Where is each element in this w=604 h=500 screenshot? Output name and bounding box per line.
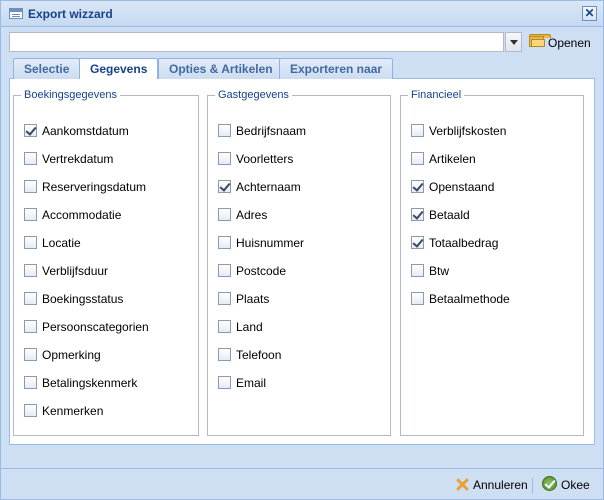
checkbox-label[interactable]: Postcode xyxy=(236,263,286,279)
checkbox[interactable] xyxy=(411,264,424,277)
checkbox-label[interactable]: Opmerking xyxy=(42,347,101,363)
checkbox-label[interactable]: Aankomstdatum xyxy=(42,123,129,139)
tab-gegevens[interactable]: Gegevens xyxy=(79,58,159,80)
checkbox[interactable] xyxy=(218,208,231,221)
cancel-button[interactable]: Annuleren xyxy=(453,475,528,495)
checkbox-label[interactable]: Locatie xyxy=(42,235,81,251)
checkbox-label[interactable]: Email xyxy=(236,375,266,391)
checkbox-label[interactable]: Accommodatie xyxy=(42,207,121,223)
checkbox-label[interactable]: Reserveringsdatum xyxy=(42,179,146,195)
group-financieel: Financieel Verblijfskosten Artikelen Opens… xyxy=(400,89,584,436)
check-icon xyxy=(542,476,557,491)
checkbox[interactable] xyxy=(218,264,231,277)
checkbox[interactable] xyxy=(218,236,231,249)
checkbox-label[interactable]: Verblijfskosten xyxy=(429,123,506,139)
group-legend: Boekingsgegevens xyxy=(24,89,117,101)
gegevens-panel: Boekingsgegevens Aankomstdatum Vertrekdat… xyxy=(9,79,595,445)
ok-button[interactable]: Okee xyxy=(541,475,593,495)
checkbox-label[interactable]: Vertrekdatum xyxy=(42,151,113,167)
checkbox[interactable] xyxy=(24,404,37,417)
checkbox[interactable] xyxy=(24,376,37,389)
group-legend: Financieel xyxy=(411,89,462,101)
checkbox-label[interactable]: Openstaand xyxy=(429,179,494,195)
checkbox-label[interactable]: Telefoon xyxy=(236,347,281,363)
checkbox[interactable] xyxy=(218,376,231,389)
checkbox[interactable] xyxy=(218,348,231,361)
checkbox[interactable] xyxy=(411,180,424,193)
checkbox[interactable] xyxy=(24,348,37,361)
checkbox[interactable] xyxy=(218,152,231,165)
checkbox-label[interactable]: Betaalmethode xyxy=(429,291,510,307)
group-boekingsgegevens: Boekingsgegevens Aankomstdatum Vertrekdat… xyxy=(13,89,199,436)
combo-dropdown-button[interactable] xyxy=(505,32,522,52)
window-icon xyxy=(9,8,23,19)
checkbox-label[interactable]: Land xyxy=(236,319,263,335)
file-combo-input[interactable] xyxy=(9,32,504,52)
checkbox[interactable] xyxy=(24,292,37,305)
tab-opties-artikelen[interactable]: Opties & Artikelen xyxy=(158,58,284,79)
group-legend: Gastgegevens xyxy=(218,89,289,101)
checkbox[interactable] xyxy=(24,236,37,249)
tab-exporteren-naar[interactable]: Exporteren naar xyxy=(279,58,394,79)
checkbox-label[interactable]: Plaats xyxy=(236,291,269,307)
checkbox[interactable] xyxy=(411,292,424,305)
folder-open-icon xyxy=(529,34,551,48)
checkbox-label[interactable]: Adres xyxy=(236,207,267,223)
checkbox[interactable] xyxy=(218,320,231,333)
checkbox[interactable] xyxy=(24,180,37,193)
checkbox-label[interactable]: Boekingsstatus xyxy=(42,291,123,307)
chevron-down-icon xyxy=(510,40,518,45)
checkbox[interactable] xyxy=(24,264,37,277)
checkbox[interactable] xyxy=(411,236,424,249)
checkbox-label[interactable]: Btw xyxy=(429,263,449,279)
footer-bar: Annuleren Okee xyxy=(1,468,603,499)
checkbox[interactable] xyxy=(24,208,37,221)
title-bar[interactable]: Export wizzard ✕ xyxy=(1,1,603,27)
window-title: Export wizzard xyxy=(28,7,113,21)
export-wizard-window: Export wizzard ✕ Openen Selectie Gegeven… xyxy=(0,0,604,500)
tab-bar: Selectie Gegevens Opties & Artikelen Exp… xyxy=(9,57,595,80)
checkbox-label[interactable]: Artikelen xyxy=(429,151,476,167)
checkbox-label[interactable]: Bedrijfsnaam xyxy=(236,123,306,139)
tab-selectie[interactable]: Selectie xyxy=(13,58,81,79)
close-icon[interactable]: ✕ xyxy=(582,6,597,21)
open-button-label: Openen xyxy=(548,36,591,50)
checkbox[interactable] xyxy=(24,320,37,333)
checkbox-label[interactable]: Huisnummer xyxy=(236,235,304,251)
ok-button-label: Okee xyxy=(561,478,590,492)
checkbox[interactable] xyxy=(218,180,231,193)
checkbox-label[interactable]: Verblijfsduur xyxy=(42,263,108,279)
checkbox[interactable] xyxy=(411,208,424,221)
cancel-x-icon xyxy=(455,477,469,491)
checkbox[interactable] xyxy=(24,152,37,165)
checkbox[interactable] xyxy=(218,292,231,305)
checkbox-label[interactable]: Totaalbedrag xyxy=(429,235,498,251)
checkbox-label[interactable]: Betaald xyxy=(429,207,470,223)
checkbox-label[interactable]: Voorletters xyxy=(236,151,293,167)
file-combo-row: Openen xyxy=(9,32,595,52)
checkbox[interactable] xyxy=(411,152,424,165)
checkbox[interactable] xyxy=(24,124,37,137)
cancel-button-label: Annuleren xyxy=(473,478,528,492)
checkbox-label[interactable]: Persoonscategorien xyxy=(42,319,149,335)
checkbox-label[interactable]: Betalingskenmerk xyxy=(42,375,137,391)
footer-divider xyxy=(532,478,533,494)
group-gastgegevens: Gastgegevens Bedrijfsnaam Voorletters Acht… xyxy=(207,89,391,436)
checkbox-label[interactable]: Kenmerken xyxy=(42,403,103,419)
checkbox-label[interactable]: Achternaam xyxy=(236,179,301,195)
open-button[interactable]: Openen xyxy=(527,32,595,52)
checkbox[interactable] xyxy=(411,124,424,137)
checkbox[interactable] xyxy=(218,124,231,137)
